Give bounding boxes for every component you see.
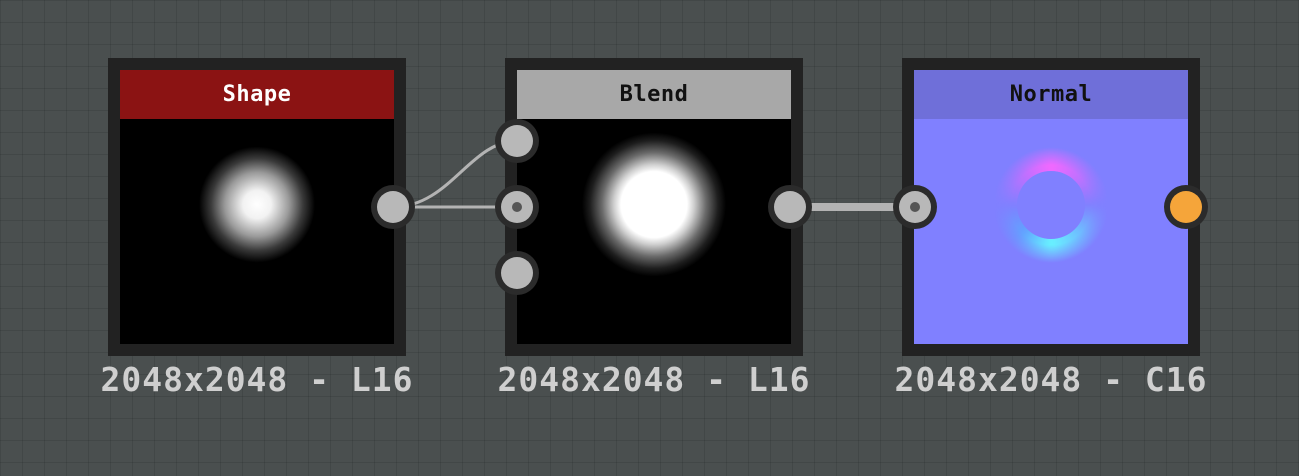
output-port-shape[interactable] (371, 185, 415, 229)
node-blend[interactable]: Blend (505, 58, 803, 356)
node-preview-shape (120, 119, 394, 344)
port-knob (501, 191, 533, 223)
port-connected-dot (910, 202, 920, 212)
node-shape[interactable]: Shape (108, 58, 406, 356)
port-connected-dot (512, 202, 522, 212)
port-knob (774, 191, 806, 223)
input-port-blend-mask[interactable] (495, 251, 539, 295)
node-preview-blend (517, 119, 791, 344)
node-title-blend: Blend (517, 70, 791, 119)
input-port-normal[interactable] (893, 185, 937, 229)
resolution-label-shape: 2048x2048 - L16 (100, 360, 414, 399)
output-port-blend[interactable] (768, 185, 812, 229)
output-port-normal[interactable] (1164, 185, 1208, 229)
port-knob (501, 257, 533, 289)
node-normal[interactable]: Normal (902, 58, 1200, 356)
port-knob (899, 191, 931, 223)
input-port-blend-background[interactable] (495, 185, 539, 229)
resolution-label-blend: 2048x2048 - L16 (497, 360, 811, 399)
port-knob (501, 125, 533, 157)
node-preview-normal (914, 119, 1188, 344)
port-knob (1170, 191, 1202, 223)
port-knob (377, 191, 409, 223)
node-title-normal: Normal (914, 70, 1188, 119)
normal-map-center (1017, 171, 1085, 239)
resolution-label-normal: 2048x2048 - C16 (894, 360, 1208, 399)
input-port-blend-foreground[interactable] (495, 119, 539, 163)
node-title-shape: Shape (120, 70, 394, 119)
